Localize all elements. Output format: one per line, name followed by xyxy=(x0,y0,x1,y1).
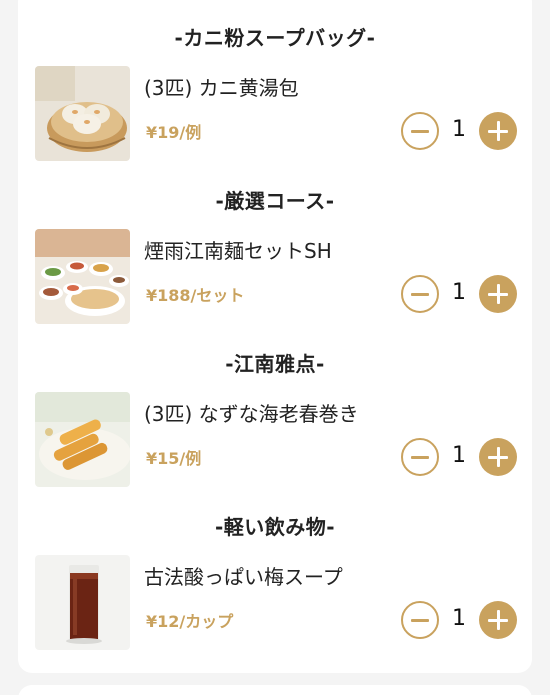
decrease-button[interactable] xyxy=(401,112,439,150)
next-card xyxy=(18,685,532,695)
quantity-stepper: 1 xyxy=(401,601,517,639)
spring-rolls-image[interactable] xyxy=(35,392,130,487)
quantity-value: 1 xyxy=(452,280,466,305)
decrease-button[interactable] xyxy=(401,601,439,639)
category-title: -厳選コース- xyxy=(215,189,335,213)
item-price: ¥12/カップ xyxy=(146,612,234,631)
plum-drink-image[interactable] xyxy=(35,555,130,650)
category-title: -軽い飲み物- xyxy=(214,515,336,539)
decrease-button[interactable] xyxy=(401,275,439,313)
soup-dumplings-image[interactable] xyxy=(35,66,130,161)
quantity-stepper: 1 xyxy=(401,438,517,476)
quantity-value: 1 xyxy=(452,606,466,631)
decrease-button[interactable] xyxy=(401,438,439,476)
increase-button[interactable] xyxy=(479,112,517,150)
category-title: -カニ粉スープバッグ- xyxy=(174,26,376,50)
increase-button[interactable] xyxy=(479,275,517,313)
quantity-value: 1 xyxy=(452,443,466,468)
menu-card: -カニ粉スープバッグ- (3匹) カニ黄湯包 ¥19/例 1 -厳選コース- 煙… xyxy=(18,0,532,673)
quantity-stepper: 1 xyxy=(401,275,517,313)
increase-button[interactable] xyxy=(479,601,517,639)
noodle-set-image[interactable] xyxy=(35,229,130,324)
item-name: (3匹) カニ黄湯包 xyxy=(144,76,299,100)
item-price: ¥19/例 xyxy=(146,123,202,142)
item-price: ¥188/セット xyxy=(146,286,245,305)
quantity-stepper: 1 xyxy=(401,112,517,150)
category-title: -江南雅点- xyxy=(225,352,325,376)
item-price: ¥15/例 xyxy=(146,449,202,468)
menu-page: -カニ粉スープバッグ- (3匹) カニ黄湯包 ¥19/例 1 -厳選コース- 煙… xyxy=(0,0,550,695)
item-name: (3匹) なずな海老春巻き xyxy=(144,402,359,426)
item-name: 古法酸っぱい梅スープ xyxy=(144,565,343,589)
increase-button[interactable] xyxy=(479,438,517,476)
quantity-value: 1 xyxy=(452,117,466,142)
item-name: 煙雨江南麺セットSH xyxy=(144,239,332,263)
